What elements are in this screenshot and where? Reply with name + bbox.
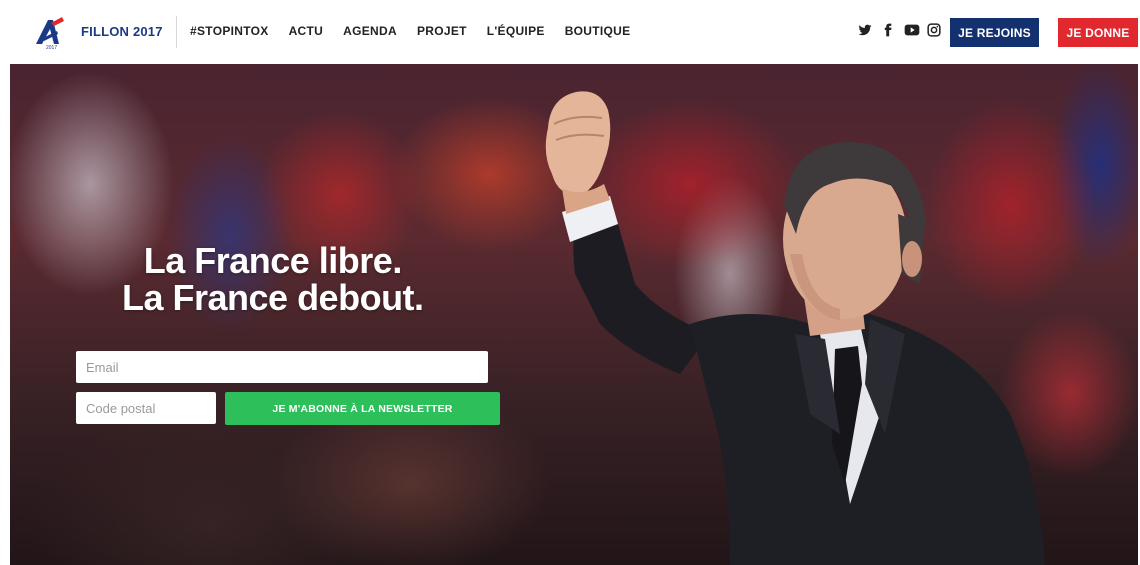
candidate-photo <box>545 91 1045 565</box>
social-links <box>858 23 941 37</box>
donate-button[interactable]: JE DONNE <box>1058 18 1138 47</box>
top-navigation-bar: 2017 FILLON 2017 #STOPINTOX ACTU AGENDA … <box>0 0 1140 64</box>
nav-item-stopintox[interactable]: #STOPINTOX <box>190 24 269 38</box>
nav-item-agenda[interactable]: AGENDA <box>343 24 397 38</box>
postal-code-input[interactable] <box>76 392 216 424</box>
newsletter-subscribe-button[interactable]: JE M'ABONNE À LA NEWSLETTER <box>225 392 500 425</box>
facebook-icon[interactable] <box>881 23 895 37</box>
logo-year: 2017 <box>46 45 57 50</box>
nav-item-boutique[interactable]: BOUTIQUE <box>565 24 631 38</box>
youtube-icon[interactable] <box>904 23 920 37</box>
join-button[interactable]: JE REJOINS <box>950 18 1039 47</box>
email-input[interactable] <box>76 351 488 383</box>
headline-line-2: La France debout. <box>122 277 424 318</box>
main-nav: #STOPINTOX ACTU AGENDA PROJET L'ÉQUIPE B… <box>190 24 650 38</box>
nav-item-equipe[interactable]: L'ÉQUIPE <box>487 24 545 38</box>
nav-item-actu[interactable]: ACTU <box>289 24 324 38</box>
fillon-2017-logo[interactable]: 2017 <box>32 14 68 50</box>
hero-banner: La France libre. La France debout. JE M'… <box>10 64 1138 565</box>
header-divider <box>176 16 177 48</box>
instagram-icon[interactable] <box>927 23 941 37</box>
nav-item-projet[interactable]: PROJET <box>417 24 467 38</box>
headline-line-1: La France libre. <box>143 240 403 281</box>
brand-name[interactable]: FILLON 2017 <box>81 24 163 39</box>
hero-headline: La France libre. La France debout. <box>122 242 424 316</box>
twitter-icon[interactable] <box>858 23 872 37</box>
